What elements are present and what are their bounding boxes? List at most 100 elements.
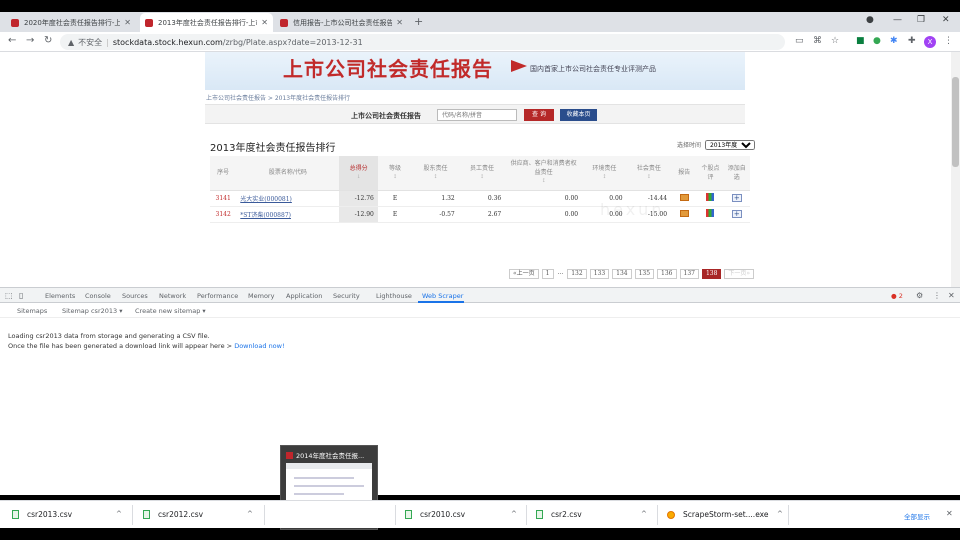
tab-network[interactable]: Network — [159, 292, 186, 300]
tab-web-scraper[interactable]: Web Scraper — [422, 292, 463, 300]
chevron-up-icon[interactable]: ^ — [247, 510, 253, 518]
col-score[interactable]: 总得分 ↓ — [339, 156, 378, 191]
download-link[interactable]: Download now! — [234, 342, 284, 350]
url-path: /zrbg/Plate.aspx?date=2013-12-31 — [222, 37, 363, 47]
chevron-up-icon[interactable]: ^ — [511, 510, 517, 518]
col-environment[interactable]: 环境责任 ↕ — [582, 156, 627, 191]
tab-memory[interactable]: Memory — [248, 292, 274, 300]
page-link[interactable]: 137 — [679, 269, 699, 279]
gear-icon[interactable]: ⚙ — [916, 291, 923, 300]
score-cell: -12.90 — [339, 206, 378, 223]
bookmark-star-icon[interactable]: ☆ — [831, 36, 839, 46]
sitemaps-link[interactable]: Sitemaps — [17, 307, 47, 315]
chevron-up-icon[interactable]: ^ — [641, 510, 647, 518]
col-employee[interactable]: 员工责任 ↕ — [458, 156, 506, 191]
bookmark-page-button[interactable]: 收藏本页 — [560, 109, 597, 121]
col-shareholder[interactable]: 股东责任 ↕ — [412, 156, 459, 191]
puzzle-icon[interactable]: ✚ — [908, 36, 916, 46]
device-toolbar-icon[interactable]: ▯ — [19, 291, 23, 300]
site-favicon-icon — [11, 18, 19, 27]
banner-subtitle: 国内首家上市公司社会责任专业评测产品 — [530, 65, 656, 73]
close-icon[interactable]: ✕ — [124, 18, 131, 27]
next-page-button[interactable]: 下一页» — [724, 269, 755, 279]
chart-icon[interactable] — [706, 193, 715, 201]
download-item[interactable]: csr2.csv ^ — [536, 510, 647, 519]
tab-search-icon[interactable]: ● — [866, 15, 874, 25]
window-close-icon[interactable]: ✕ — [942, 15, 950, 25]
stock-link[interactable]: 光大实业(000081) — [236, 190, 340, 207]
download-item[interactable]: csr2013.csv ^ — [12, 510, 122, 519]
download-filename: csr2012.csv — [158, 510, 204, 519]
translate-icon[interactable]: ⌘ — [813, 36, 822, 46]
tab-2020[interactable]: 2020年度社会责任报告排行-上市... ✕ — [6, 13, 136, 32]
extension-icon[interactable]: ● — [873, 36, 881, 46]
page-link[interactable]: 135 — [634, 269, 655, 279]
year-select[interactable]: 2013年度 — [704, 140, 755, 150]
new-tab-icon[interactable]: + — [414, 15, 423, 28]
scroll-thumb[interactable] — [952, 77, 959, 167]
close-icon[interactable]: ✕ — [396, 18, 403, 27]
search-input[interactable] — [437, 109, 517, 121]
download-item[interactable]: csr2012.csv ^ — [143, 510, 253, 519]
download-filename: ScrapeStorm-set....exe — [683, 510, 769, 519]
menu-icon[interactable]: ⋮ — [944, 36, 953, 46]
sitemap-menu[interactable]: Sitemap csr2013 ▾ — [62, 307, 123, 315]
tab-console[interactable]: Console — [85, 292, 111, 300]
supplier-cell: 0.00 — [505, 206, 583, 223]
avatar[interactable]: X — [924, 36, 936, 48]
show-all-button[interactable]: 全部显示 — [904, 511, 930, 521]
tab-2013[interactable]: 2013年度社会责任报告排行-上市... ✕ — [140, 13, 273, 32]
download-item[interactable]: ScrapeStorm-set....exe ^ — [667, 510, 783, 519]
inspect-icon[interactable]: ⬚ — [5, 291, 13, 300]
page-link[interactable]: 134 — [612, 269, 632, 279]
page-link[interactable]: 1 — [541, 269, 554, 279]
tab-application[interactable]: Application — [286, 292, 322, 300]
forward-icon[interactable]: → — [26, 35, 34, 46]
close-icon[interactable]: ✕ — [948, 291, 955, 300]
chevron-up-icon[interactable]: ^ — [116, 510, 122, 518]
close-icon[interactable]: ✕ — [261, 18, 268, 27]
stock-link[interactable]: *ST济柴(000887) — [236, 206, 340, 223]
prev-page-button[interactable]: «上一页 — [509, 269, 539, 279]
tab-elements[interactable]: Elements — [45, 292, 75, 300]
page-link[interactable]: 133 — [589, 269, 610, 279]
report-cell — [671, 206, 698, 223]
extension-icon[interactable]: ■ — [856, 36, 865, 46]
tab-sources[interactable]: Sources — [122, 292, 148, 300]
breadcrumb[interactable]: 上市公司社会责任报告 > 2013年度社会责任报告排行 — [206, 93, 350, 102]
tab-lighthouse[interactable]: Lighthouse — [376, 292, 412, 300]
error-badge[interactable]: ● 2 — [891, 292, 903, 300]
back-icon[interactable]: ← — [8, 35, 16, 46]
time-label: 选择时间 — [677, 142, 702, 149]
maximize-icon[interactable]: ❐ — [917, 15, 925, 25]
col-rank: 序号 — [210, 156, 237, 191]
chart-icon[interactable] — [706, 209, 715, 217]
page-link[interactable]: 136 — [657, 269, 677, 279]
current-page: 138 — [701, 269, 722, 279]
search-button[interactable]: 查 询 — [524, 109, 554, 121]
close-icon[interactable]: ✕ — [946, 509, 953, 518]
cast-icon[interactable]: ▭ — [795, 36, 804, 46]
address-bar[interactable]: ▲ 不安全 | stockdata.stock.hexun.com /zrbg/… — [60, 34, 785, 50]
minimize-icon[interactable]: — — [893, 15, 902, 25]
col-supplier[interactable]: 供应商、客户和消费者权益责任 ↕ — [505, 156, 583, 191]
tab-security[interactable]: Security — [333, 292, 360, 300]
tab-credit-report[interactable]: 信用报告-上市公司社会责任报告... ✕ — [275, 13, 408, 32]
reload-icon[interactable]: ↻ — [44, 35, 52, 46]
more-icon[interactable]: ⋮ — [933, 291, 941, 300]
tab-performance[interactable]: Performance — [197, 292, 238, 300]
add-icon[interactable]: + — [731, 210, 742, 218]
message-line: Once the file has been generated a downl… — [8, 342, 285, 350]
chevron-up-icon[interactable]: ^ — [777, 510, 783, 518]
report-icon[interactable] — [679, 209, 689, 217]
page-scrollbar[interactable] — [951, 52, 960, 287]
add-cell: + — [723, 190, 750, 207]
page-link[interactable]: 132 — [567, 269, 587, 279]
report-icon[interactable] — [679, 193, 689, 201]
create-sitemap-menu[interactable]: Create new sitemap ▾ — [135, 307, 206, 315]
extension-icon[interactable]: ✱ — [890, 36, 898, 46]
add-icon[interactable]: + — [731, 194, 742, 202]
col-social[interactable]: 社会责任 ↕ — [626, 156, 672, 191]
col-grade[interactable]: 等级 ↕ — [377, 156, 413, 191]
download-item[interactable]: csr2010.csv ^ — [405, 510, 517, 519]
